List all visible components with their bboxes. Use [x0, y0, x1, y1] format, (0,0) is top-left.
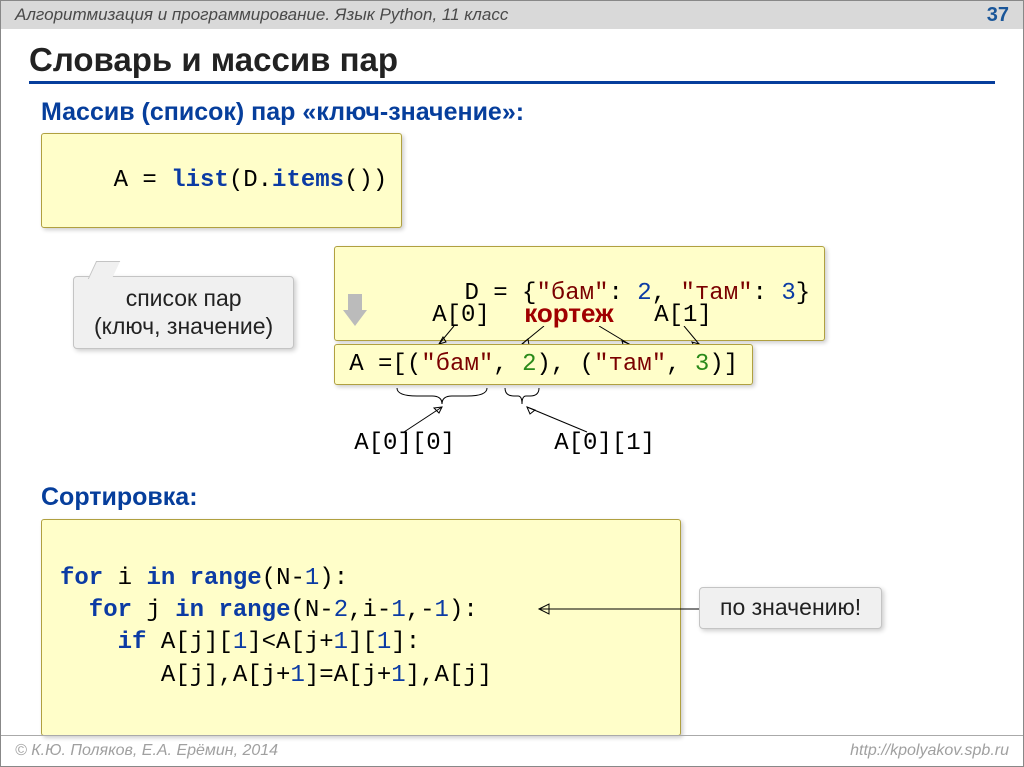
breadcrumb: Алгоритмизация и программирование. Язык … [15, 5, 508, 25]
callout-list-of-pairs: список пар (ключ, значение) [73, 276, 294, 349]
callout-line2: (ключ, значение) [94, 313, 273, 341]
copyright: © К.Ю. Поляков, Е.А. Ерёмин, 2014 [15, 742, 278, 760]
label-tuple: кортеж [524, 298, 613, 329]
slide-header: Алгоритмизация и программирование. Язык … [1, 1, 1023, 29]
arrow-down-icon [348, 294, 367, 326]
divider [29, 81, 995, 84]
label-a0: A[0] [432, 302, 490, 329]
subheading-array: Массив (список) пар «ключ-значение»: [41, 98, 995, 127]
label-a01: A[0][1] [554, 430, 655, 457]
page-number: 37 [987, 4, 1009, 27]
arrow-tuple-left-icon [514, 326, 554, 346]
arrow-by-value-icon [534, 599, 704, 619]
callout-by-value: по значению! [699, 587, 882, 629]
slide-title: Словарь и массив пар [29, 41, 995, 79]
code-list-a: A =[("бам", 2), ("там", 3)] [334, 344, 753, 385]
label-a00: A[0][0] [354, 430, 455, 457]
label-a1: A[1] [654, 302, 712, 329]
arrow-tuple-right-icon [594, 326, 644, 346]
callout-line1: список пар [94, 285, 273, 313]
arrow-a1-icon [669, 326, 719, 346]
code-list-items: A = list(D.items()) [41, 133, 402, 228]
footer-url: http://kpolyakov.spb.ru [850, 742, 1009, 760]
arrow-a0-icon [429, 326, 479, 346]
slide-footer: © К.Ю. Поляков, Е.А. Ерёмин, 2014 http:/… [1, 735, 1023, 766]
subheading-sort: Сортировка: [41, 483, 198, 512]
code-sort: for i in range(N-1): for j in range(N-2,… [41, 519, 681, 735]
